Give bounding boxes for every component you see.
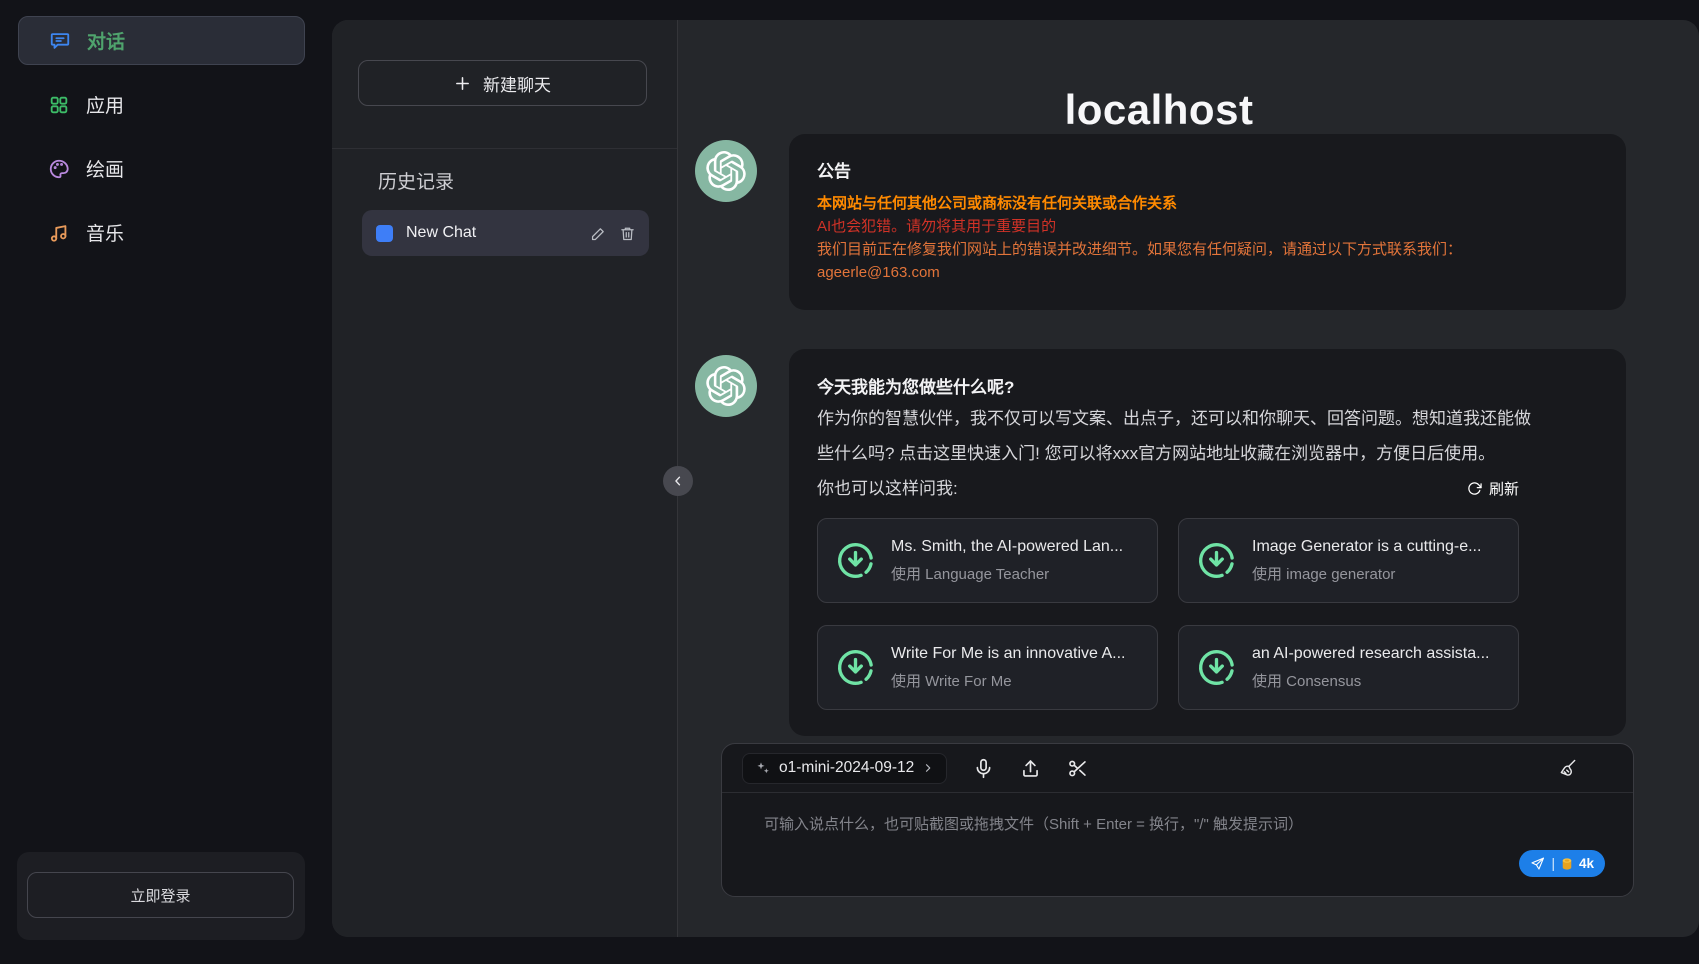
collapse-sidebar-button[interactable] (663, 466, 693, 496)
ask-hint: 你也可以这样问我: (817, 471, 958, 506)
upload-icon[interactable] (1020, 758, 1041, 779)
refresh-label: 刷新 (1489, 478, 1519, 499)
chat-icon (49, 30, 71, 52)
assistant-avatar (695, 355, 757, 417)
refresh-suggestions-button[interactable]: 刷新 (1467, 478, 1519, 506)
sidebar-item-music[interactable]: 音乐 (18, 208, 305, 257)
refresh-icon (1467, 481, 1482, 496)
scissors-icon[interactable] (1067, 758, 1088, 779)
suggestion-subtitle: 使用 Write For Me (891, 670, 1125, 691)
download-circle-icon (1196, 540, 1237, 581)
sidebar-item-chat[interactable]: 对话 (18, 16, 305, 65)
model-selector[interactable]: o1-mini-2024-09-12 (742, 753, 947, 784)
suggestion-texts: an AI-powered research assista... 使用 Con… (1252, 645, 1489, 691)
message-input[interactable] (722, 793, 1633, 895)
openai-logo-icon (706, 151, 746, 191)
sidebar-item-apps[interactable]: 应用 (18, 80, 305, 129)
sidebar: 对话 应用 绘画 音乐 立即登录 (0, 0, 322, 964)
sidebar-item-label: 应用 (86, 91, 124, 118)
announcement-line: AI也会犯错。请勿将其用于重要目的 (817, 215, 1598, 238)
suggestion-texts: Ms. Smith, the AI-powered Lan... 使用 Lang… (891, 538, 1123, 584)
music-icon (48, 222, 70, 244)
suggestion-card[interactable]: Write For Me is an innovative A... 使用 Wr… (817, 625, 1158, 710)
contact-email-link[interactable]: ageerle@163.com (817, 264, 940, 281)
model-name: o1-mini-2024-09-12 (779, 759, 914, 777)
announcement-title: 公告 (817, 160, 1598, 184)
suggestion-subtitle: 使用 Consensus (1252, 670, 1489, 691)
suggestion-title: Write For Me is an innovative A... (891, 645, 1125, 663)
download-circle-icon (835, 540, 876, 581)
app-window: 新建聊天 历史记录 New Chat (332, 20, 1699, 937)
message-bubble: 今天我能为您做些什么呢? 作为你的智慧伙伴，我不仅可以写文案、出点子，还可以和你… (789, 349, 1626, 736)
chat-item-avatar (376, 225, 393, 242)
chevron-right-icon (922, 762, 934, 774)
palette-icon (48, 158, 70, 180)
apps-icon (48, 94, 70, 116)
send-icon (1530, 856, 1545, 871)
sparkle-icon (755, 760, 771, 776)
suggestion-title: Image Generator is a cutting-e... (1252, 538, 1481, 556)
message-announcement: 公告 本网站与任何其他公司或商标没有任何关联或合作关系 AI也会犯错。请勿将其用… (695, 134, 1626, 310)
sidebar-item-label: 音乐 (86, 219, 124, 246)
edit-icon[interactable] (591, 226, 606, 241)
sidebar-item-label: 对话 (87, 27, 125, 54)
new-chat-label: 新建聊天 (483, 71, 551, 96)
sidebar-item-drawing[interactable]: 绘画 (18, 144, 305, 193)
chevron-left-icon (671, 474, 685, 488)
openai-logo-icon (706, 366, 746, 406)
new-chat-button[interactable]: 新建聊天 (358, 60, 647, 106)
suggestion-grid: Ms. Smith, the AI-powered Lan... 使用 Lang… (817, 518, 1519, 710)
suggestion-card[interactable]: Image Generator is a cutting-e... 使用 ima… (1178, 518, 1519, 603)
suggestion-title: Ms. Smith, the AI-powered Lan... (891, 538, 1123, 556)
message-welcome: 今天我能为您做些什么呢? 作为你的智慧伙伴，我不仅可以写文案、出点子，还可以和你… (695, 349, 1626, 736)
composer: o1-mini-2024-09-12 (721, 743, 1634, 897)
suggestion-title: an AI-powered research assista... (1252, 645, 1489, 663)
token-badge[interactable]: | 4k (1519, 850, 1605, 877)
badge-separator: | (1551, 856, 1555, 871)
message-bubble: 公告 本网站与任何其他公司或商标没有任何关联或合作关系 AI也会犯错。请勿将其用… (789, 134, 1626, 310)
suggestion-card[interactable]: Ms. Smith, the AI-powered Lan... 使用 Lang… (817, 518, 1158, 603)
login-button[interactable]: 立即登录 (27, 872, 294, 918)
chat-item-title: New Chat (406, 224, 578, 242)
sidebar-item-label: 绘画 (86, 155, 124, 182)
suggestion-texts: Image Generator is a cutting-e... 使用 ima… (1252, 538, 1481, 584)
suggestion-texts: Write For Me is an innovative A... 使用 Wr… (891, 645, 1125, 691)
download-circle-icon (1196, 647, 1237, 688)
suggestion-subtitle: 使用 image generator (1252, 563, 1481, 584)
composer-input-area: | 4k (722, 793, 1633, 895)
history-title: 历史记录 (378, 167, 454, 194)
divider (332, 148, 677, 149)
coin-icon (1561, 857, 1573, 871)
composer-toolbar: o1-mini-2024-09-12 (722, 744, 1633, 793)
trash-icon[interactable] (620, 226, 635, 241)
suggestion-subtitle: 使用 Language Teacher (891, 563, 1123, 584)
login-card: 立即登录 (17, 852, 305, 940)
plus-icon (454, 75, 471, 92)
mic-icon[interactable] (973, 758, 994, 779)
chat-item-actions (591, 226, 635, 241)
page-title: localhost (679, 86, 1639, 134)
token-count: 4k (1579, 856, 1594, 871)
assistant-avatar (695, 140, 757, 202)
announcement-line: 我们目前正在修复我们网站上的错误并改进细节。如果您有任何疑问，请通过以下方式联系… (817, 238, 1598, 261)
chat-list-panel: 新建聊天 历史记录 New Chat (332, 20, 678, 937)
welcome-body: 作为你的智慧伙伴，我不仅可以写文案、出点子，还可以和你聊天、回答问题。想知道我还… (817, 401, 1532, 471)
suggestion-card[interactable]: an AI-powered research assista... 使用 Con… (1178, 625, 1519, 710)
chat-history-item[interactable]: New Chat (362, 210, 649, 256)
announcement-line: 本网站与任何其他公司或商标没有任何关联或合作关系 (817, 192, 1598, 215)
welcome-title: 今天我能为您做些什么呢? (817, 375, 1598, 401)
main-panel: localhost 公告 本网站与任何其他公司或商标没有任何关联或合作关系 AI… (679, 20, 1699, 937)
broom-icon[interactable] (1558, 758, 1578, 778)
download-circle-icon (835, 647, 876, 688)
